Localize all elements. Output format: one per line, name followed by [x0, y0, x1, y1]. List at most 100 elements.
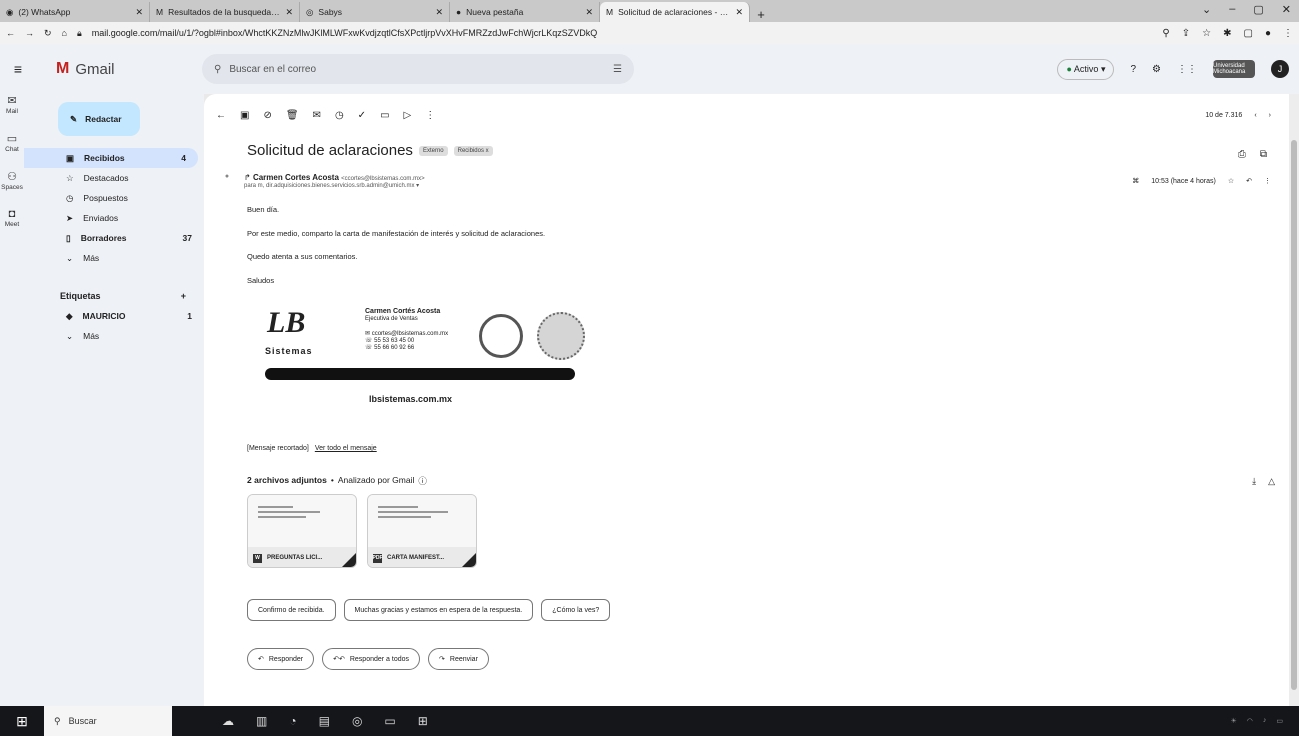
rail-chat[interactable]: ▭ Chat	[0, 132, 24, 170]
scrollbar[interactable]	[1289, 94, 1299, 706]
open-new-window-icon[interactable]: ⧉	[1260, 149, 1267, 160]
status-selector[interactable]: ● Activo ▾	[1057, 58, 1115, 80]
task-view-icon[interactable]: ▥	[256, 714, 267, 728]
help-icon[interactable]: ?	[1130, 64, 1136, 75]
close-tab-icon[interactable]: ✕	[435, 7, 443, 18]
print-icon[interactable]: ⎙	[1238, 149, 1246, 160]
network-icon[interactable]: ◠	[1247, 717, 1253, 725]
search-bar[interactable]: ⚲ Buscar en el correo ☰	[202, 54, 634, 84]
forward-button[interactable]: ↷ Reenviar	[428, 648, 489, 670]
message-more-icon[interactable]: ⋮	[1264, 177, 1271, 185]
file-explorer-icon[interactable]: ▤	[319, 714, 330, 728]
rail-spaces[interactable]: ⚇ Spaces	[0, 170, 24, 208]
browser-tab-search-results[interactable]: M Resultados de la busqueda - jair ✕	[150, 2, 300, 22]
gmail-logo[interactable]: M Gmail	[36, 60, 186, 78]
inbox-label-chip[interactable]: Recibidos x	[453, 145, 493, 156]
edge-icon[interactable]: ◔	[289, 714, 296, 728]
reload-icon[interactable]: ↻	[44, 28, 52, 39]
compose-button[interactable]: ✎ Redactar	[58, 102, 140, 136]
lock-icon[interactable]: 🔒︎	[77, 28, 82, 39]
add-label-icon[interactable]: +	[181, 291, 186, 301]
smart-reply-button[interactable]: ¿Cómo la ves?	[541, 599, 611, 621]
add-task-icon[interactable]: ✓	[358, 110, 366, 121]
recipient-details-icon[interactable]: ▾	[416, 183, 419, 189]
sidebar-item-drafts[interactable]: ▯ Borradores 37	[24, 228, 204, 248]
view-full-message-link[interactable]: Ver todo el mensaje	[315, 445, 377, 452]
taskbar-search[interactable]: ⚲ Buscar	[44, 706, 172, 736]
close-tab-icon[interactable]: ✕	[135, 7, 143, 18]
sidebar-label-mauricio[interactable]: ◆ MAURICIO 1	[24, 306, 204, 326]
url-field[interactable]: mail.google.com/mail/u/1/?ogbl#inbox/Whc…	[92, 28, 1153, 38]
search-options-icon[interactable]: ☰	[613, 64, 622, 75]
notifications-icon[interactable]: ▭	[1276, 717, 1283, 725]
reply-button[interactable]: ↶ Responder	[247, 648, 315, 670]
reply-icon[interactable]: ↶	[1246, 177, 1252, 185]
email-time: 10:53 (hace 4 horas)	[1151, 177, 1216, 185]
browser-tab-active[interactable]: M Solicitud de aclaraciones - dicai ✕	[600, 2, 750, 22]
sidebar-item-more[interactable]: ⌄ Más	[24, 248, 204, 268]
delete-icon[interactable]: 🗑︎	[286, 110, 299, 121]
new-tab-button[interactable]: +	[750, 7, 772, 22]
close-tab-icon[interactable]: ✕	[585, 7, 593, 18]
browser-menu-icon[interactable]: ⋮	[1283, 28, 1293, 39]
bookmark-star-icon[interactable]: ☆	[1202, 28, 1211, 39]
browser-tab-whatsapp[interactable]: ◉ (2) WhatsApp ✕	[0, 2, 150, 22]
maximize-icon[interactable]: ▢	[1253, 3, 1263, 16]
browser-tab-sabys[interactable]: ◎ Sabys ✕	[300, 2, 450, 22]
widgets-icon[interactable]: ☁	[222, 714, 234, 728]
add-to-drive-icon[interactable]: △	[1268, 476, 1275, 487]
close-window-icon[interactable]: ✕	[1282, 3, 1291, 16]
chrome-taskbar-icon[interactable]: ◎	[352, 714, 362, 728]
zoom-icon[interactable]: ⚲	[1162, 28, 1169, 39]
archive-icon[interactable]: ▣	[240, 110, 249, 121]
more-options-icon[interactable]: ⋮	[425, 110, 435, 121]
download-all-icon[interactable]: ⤓	[1252, 476, 1256, 487]
settings-gear-icon[interactable]: ⚙	[1152, 64, 1161, 75]
smart-reply-button[interactable]: Confirmo de recibida.	[247, 599, 336, 621]
reply-all-button[interactable]: ↶↶ Responder a todos	[322, 648, 421, 670]
tab-list-icon[interactable]: ⌄	[1202, 3, 1211, 16]
minimize-icon[interactable]: –	[1229, 3, 1235, 16]
attachment-card[interactable]: W PREGUNTAS LICI...	[247, 494, 357, 568]
attachment-card[interactable]: PDF CARTA MANIFEST...	[367, 494, 477, 568]
rail-meet[interactable]: ◘ Meet	[0, 208, 24, 246]
extensions-icon[interactable]: ✱	[1223, 28, 1231, 39]
back-arrow-icon[interactable]: ←	[6, 28, 15, 38]
sidebar-label-more[interactable]: ⌄ Más	[24, 326, 204, 346]
label-icon[interactable]: ▷	[404, 110, 412, 121]
search-icon[interactable]: ⚲	[214, 64, 221, 75]
back-to-inbox-icon[interactable]: ←	[216, 110, 226, 121]
avatar[interactable]: J	[1271, 60, 1289, 78]
scrollbar-thumb[interactable]	[1291, 140, 1297, 690]
browser-tab-new[interactable]: ● Nueva pestaña ✕	[450, 2, 600, 22]
rail-mail[interactable]: ✉ Mail	[0, 94, 24, 132]
store-icon[interactable]: ▭	[384, 714, 395, 728]
next-icon[interactable]: ›	[1269, 112, 1271, 119]
forward-arrow-icon[interactable]: →	[25, 28, 34, 38]
search-input[interactable]: Buscar en el correo	[229, 64, 605, 75]
sidebar-item-sent[interactable]: ➤ Enviados	[24, 208, 204, 228]
weather-icon[interactable]: ☀	[1230, 717, 1236, 725]
mark-unread-icon[interactable]: ✉	[313, 110, 321, 121]
volume-icon[interactable]: ♪	[1263, 717, 1267, 725]
windows-start-icon[interactable]: ⊞	[0, 713, 44, 730]
share-icon[interactable]: ⇪	[1182, 28, 1190, 39]
smart-reply-button[interactable]: Muchas gracias y estamos en espera de la…	[343, 599, 534, 621]
side-panel-icon[interactable]: ▢	[1244, 28, 1253, 39]
move-to-icon[interactable]: ▭	[380, 110, 389, 121]
apps-grid-icon[interactable]: ⋮⋮	[1177, 64, 1197, 75]
snooze-icon[interactable]: ◷	[335, 110, 344, 121]
sidebar-item-snoozed[interactable]: ◷ Pospuestos	[24, 188, 204, 208]
prev-icon[interactable]: ‹	[1254, 112, 1256, 119]
profile-icon[interactable]: ●	[1265, 28, 1271, 39]
close-tab-icon[interactable]: ✕	[735, 7, 743, 18]
app-icon[interactable]: ⊞	[418, 714, 428, 728]
sidebar-item-starred[interactable]: ☆ Destacados	[24, 168, 204, 188]
close-tab-icon[interactable]: ✕	[285, 7, 293, 18]
info-icon[interactable]: ⓘ	[418, 475, 427, 487]
star-message-icon[interactable]: ☆	[1228, 177, 1234, 185]
report-spam-icon[interactable]: ⊘	[263, 110, 271, 121]
home-icon[interactable]: ⌂	[62, 28, 67, 38]
sidebar-item-inbox[interactable]: ▣ Recibidos 4	[24, 148, 198, 168]
main-menu-icon[interactable]: ≡	[0, 61, 36, 77]
